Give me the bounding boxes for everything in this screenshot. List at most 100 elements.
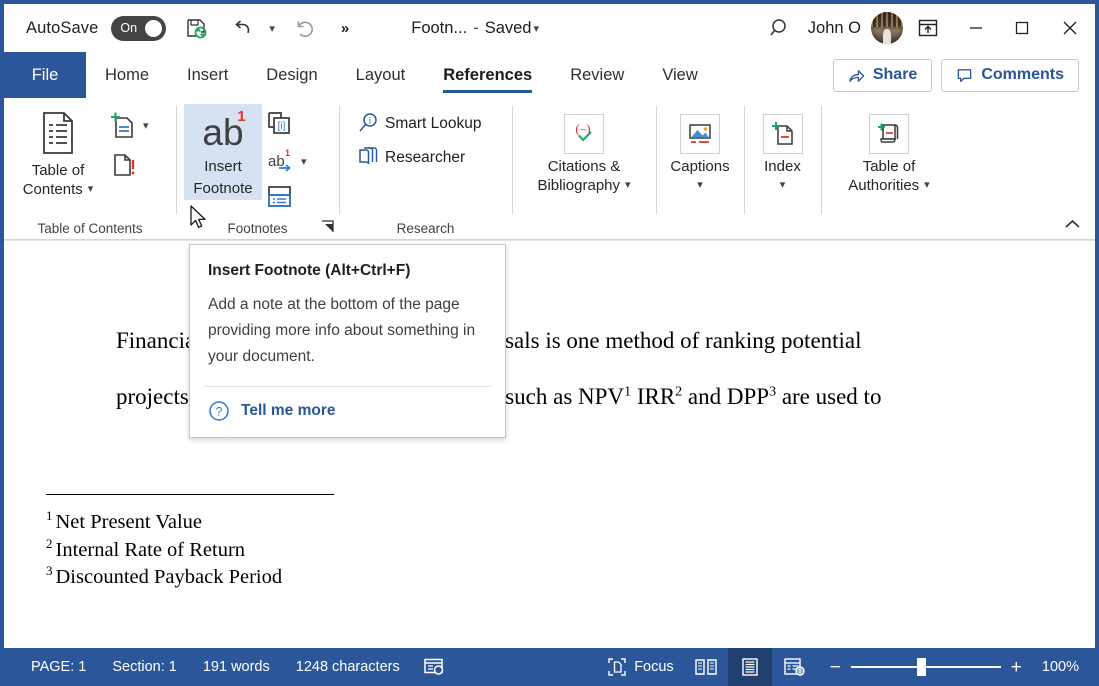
ab-footnote-icon: ab 1 xyxy=(202,110,243,154)
status-section[interactable]: Section: 1 xyxy=(99,659,190,675)
status-page[interactable]: PAGE: 1 xyxy=(18,659,99,675)
tab-home[interactable]: Home xyxy=(86,52,168,98)
captions-chevron-down-icon[interactable]: ▾ xyxy=(697,179,703,191)
footnote-ref-3[interactable]: 3 xyxy=(769,384,776,399)
autosave-toggle[interactable]: On xyxy=(111,16,166,41)
undo-chevron-down-icon[interactable]: ▾ xyxy=(269,22,275,35)
footnote-item-2: 2Internal Rate of Return xyxy=(46,537,282,565)
collapse-ribbon-icon[interactable] xyxy=(1064,218,1081,233)
researcher-button[interactable]: Researcher xyxy=(353,144,469,171)
save-icon[interactable] xyxy=(179,11,213,45)
web-layout-button[interactable] xyxy=(772,648,816,686)
ribbon-group-research: i Smart Lookup Researcher Research xyxy=(339,98,512,240)
toc-label-1: Table of xyxy=(32,161,85,180)
footnotes-dialog-launcher[interactable] xyxy=(321,220,334,236)
title-chevron-down-icon[interactable]: ▾ xyxy=(533,22,539,35)
citations-bibliography-button[interactable]: (–) Citations & Bibliography ▾ xyxy=(520,110,648,197)
add-text-chevron-down-icon[interactable]: ▾ xyxy=(143,119,149,132)
smart-lookup-button[interactable]: i Smart Lookup xyxy=(353,110,486,137)
zoom-out-button[interactable]: − xyxy=(830,658,841,677)
footnote-text-1: Net Present Value xyxy=(56,511,203,533)
insert-footnote-button[interactable]: ab 1 Insert Footnote xyxy=(184,104,262,200)
zoom-percent[interactable]: 100% xyxy=(1042,659,1079,675)
tab-view[interactable]: View xyxy=(643,52,716,98)
footnote-number-1: 1 xyxy=(46,508,53,523)
tab-review[interactable]: Review xyxy=(551,52,643,98)
footnote-ref-1[interactable]: 1 xyxy=(624,384,631,399)
tell-me-more-link[interactable]: ? Tell me more xyxy=(190,387,505,437)
zoom-in-button[interactable]: + xyxy=(1011,658,1022,677)
document-page[interactable]: Financialosals is one method of ranking … xyxy=(4,241,1095,648)
footnote-area[interactable]: 1Net Present Value 2Internal Rate of Ret… xyxy=(46,509,282,592)
question-circle-icon: ? xyxy=(208,400,230,422)
more-commands-icon[interactable]: » xyxy=(335,20,354,37)
ribbon: Table of Contents ▾ ▾ xyxy=(4,98,1095,240)
tooltip-body: Add a note at the bottom of the page pro… xyxy=(190,280,505,386)
group-label-research: Research xyxy=(339,216,512,240)
ribbon-group-table-of-contents: Table of Contents ▾ ▾ xyxy=(4,98,176,240)
insert-endnote-button[interactable]: [i] xyxy=(262,108,311,140)
tab-design[interactable]: Design xyxy=(247,52,336,98)
update-table-icon xyxy=(108,150,138,180)
citations-label-2: Bibliography xyxy=(537,176,620,195)
tab-insert[interactable]: Insert xyxy=(168,52,247,98)
toa-label-1: Table of xyxy=(863,157,916,176)
svg-text:[i]: [i] xyxy=(278,121,286,132)
undo-icon[interactable] xyxy=(226,11,260,45)
tab-file[interactable]: File xyxy=(4,52,86,98)
share-button[interactable]: Share xyxy=(833,59,932,92)
save-state: Saved xyxy=(485,19,532,38)
citations-chevron-down-icon[interactable]: ▾ xyxy=(625,176,631,195)
insert-footnote-tooltip: Insert Footnote (Alt+Ctrl+F) Add a note … xyxy=(189,244,506,438)
status-word-count[interactable]: 191 words xyxy=(190,659,283,675)
insert-footnote-label-1: Insert xyxy=(204,157,242,176)
tab-row-actions: Share Comments xyxy=(833,52,1095,98)
ribbon-group-citations: (–) Citations & Bibliography ▾ xyxy=(512,98,656,240)
toc-chevron-down-icon[interactable]: ▾ xyxy=(88,180,94,199)
add-text-button[interactable]: ▾ xyxy=(104,108,153,142)
tab-layout[interactable]: Layout xyxy=(337,52,425,98)
zoom-slider[interactable] xyxy=(851,666,1001,668)
focus-button[interactable]: Focus xyxy=(597,657,684,677)
maximize-icon[interactable] xyxy=(999,4,1045,52)
proofing-errors-icon[interactable] xyxy=(413,657,455,677)
update-table-button[interactable] xyxy=(104,148,153,182)
title-bar: AutoSave On ▾ xyxy=(4,4,1095,52)
title-bar-right: John O xyxy=(752,4,1095,52)
avatar[interactable] xyxy=(871,12,903,44)
zoom-control: − + xyxy=(816,658,1036,677)
status-character-count[interactable]: 1248 characters xyxy=(283,659,413,675)
index-chevron-down-icon[interactable]: ▾ xyxy=(780,179,786,191)
toa-chevron-down-icon[interactable]: ▾ xyxy=(924,176,930,195)
read-mode-button[interactable] xyxy=(684,648,728,686)
comments-label: Comments xyxy=(981,66,1064,84)
index-button[interactable]: Index ▾ xyxy=(752,110,813,197)
print-layout-button[interactable] xyxy=(728,648,772,686)
add-text-icon xyxy=(108,110,138,140)
captions-button[interactable]: Captions ▾ xyxy=(664,110,736,197)
search-icon[interactable] xyxy=(752,16,808,40)
svg-text:1: 1 xyxy=(285,148,290,158)
show-notes-button[interactable] xyxy=(262,182,311,212)
ribbon-tabs: File Home Insert Design Layout Reference… xyxy=(4,52,1095,98)
footnote-text-3: Discounted Payback Period xyxy=(56,566,283,588)
zoom-slider-handle[interactable] xyxy=(917,658,926,676)
minimize-icon[interactable] xyxy=(953,4,999,52)
close-icon[interactable] xyxy=(1045,4,1095,52)
footnote-item-1: 1Net Present Value xyxy=(46,509,282,537)
citations-icon: (–) xyxy=(564,114,604,154)
table-of-contents-button[interactable]: Table of Contents ▾ xyxy=(12,104,104,201)
ribbon-display-options-icon[interactable] xyxy=(903,17,953,39)
next-footnote-chevron-down-icon[interactable]: ▾ xyxy=(301,155,307,168)
document-area[interactable]: Financialosals is one method of ranking … xyxy=(4,240,1095,648)
word-window: AutoSave On ▾ xyxy=(0,0,1099,686)
tab-references[interactable]: References xyxy=(424,52,551,98)
ribbon-group-captions: Captions ▾ xyxy=(656,98,744,240)
read-mode-icon xyxy=(694,657,718,677)
next-footnote-button[interactable]: ab 1 ▾ xyxy=(262,145,311,177)
comments-button[interactable]: Comments xyxy=(941,59,1079,92)
redo-icon[interactable] xyxy=(288,11,322,45)
user-name[interactable]: John O xyxy=(808,19,861,38)
document-title[interactable]: Footn... - Saved ▾ xyxy=(411,19,539,38)
table-of-authorities-button[interactable]: Table of Authorities ▾ xyxy=(829,110,949,197)
